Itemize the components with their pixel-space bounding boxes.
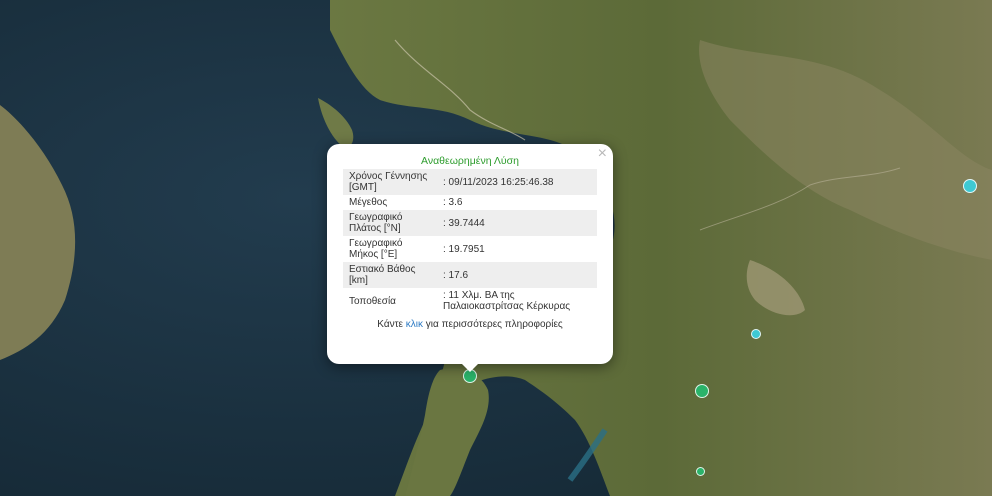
earthquake-marker[interactable] [963,179,977,193]
more-info-prefix: Κάντε [377,319,406,330]
table-row: Χρόνος Γέννησης [GMT] : 09/11/2023 16:25… [343,169,597,195]
earthquake-marker[interactable] [751,329,761,339]
row-label: Εστιακό Βάθος [km] [343,262,437,288]
earthquake-info-table: Αναθεωρημένη Λύση Χρόνος Γέννησης [GMT] … [343,154,597,314]
table-row: Μέγεθος : 3.6 [343,195,597,210]
popup-tip [460,362,480,372]
table-row: Εστιακό Βάθος [km] : 17.6 [343,262,597,288]
row-label: Γεωγραφικό Πλάτος [°N] [343,210,437,236]
row-label: Μέγεθος [349,197,388,208]
more-info-suffix: για περισσότερες πληροφορίες [423,319,563,330]
popup-heading: Αναθεωρημένη Λύση [421,155,519,167]
earthquake-marker[interactable] [695,384,709,398]
table-row: Αναθεωρημένη Λύση [343,154,597,169]
row-value: : 3.6 [443,197,463,208]
table-row: Τοποθεσία : 11 Χλμ. ΒΑ της Παλαιοκαστρίτ… [343,288,597,314]
row-value: : 09/11/2023 16:25:46.38 [437,169,597,195]
earthquake-info-popup: × Αναθεωρημένη Λύση Χρόνος Γέννησης [GMT… [327,144,613,364]
table-row: Γεωγραφικό Πλάτος [°N] : 39.7444 [343,210,597,236]
earthquake-marker[interactable] [696,467,705,476]
table-row: Γεωγραφικό Μήκος [°E] : 19.7951 [343,236,597,262]
row-label: Τοποθεσία [349,295,396,307]
row-value: : 17.6 [437,262,597,288]
more-info-link[interactable]: κλικ [406,319,423,330]
row-label: Γεωγραφικό Μήκος [°E] [349,238,403,260]
row-label: Χρόνος Γέννησης [GMT] [343,169,437,195]
more-info-line: Κάντε κλικ για περισσότερες πληροφορίες [343,319,597,330]
row-value: : 19.7951 [443,243,485,255]
row-value: : 39.7444 [437,210,597,236]
row-value: : 11 Χλμ. ΒΑ της Παλαιοκαστρίτσας Κέρκυρ… [443,290,571,312]
close-icon[interactable]: × [598,146,607,162]
